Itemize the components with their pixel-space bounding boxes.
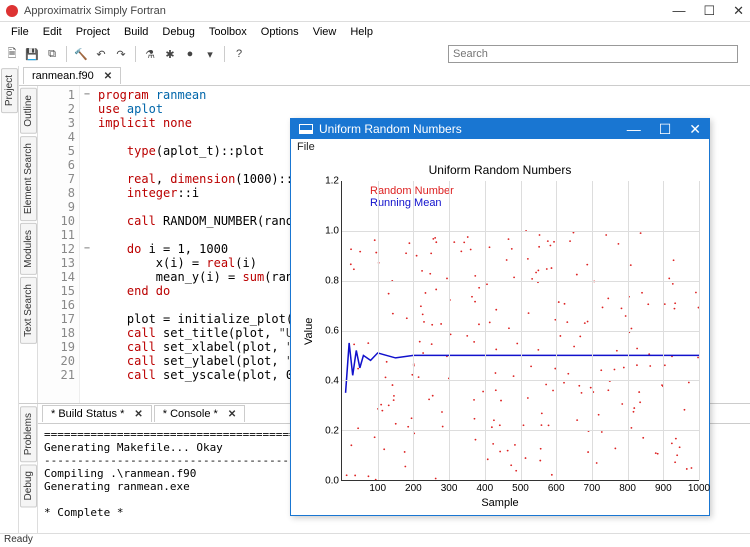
- plot-titlebar[interactable]: Uniform Random Numbers — ☐ ✕: [291, 119, 709, 139]
- plot-menu-file[interactable]: File: [291, 139, 709, 155]
- sidetab-element-search[interactable]: Element Search: [20, 136, 37, 221]
- tab-label: * Build Status *: [51, 408, 124, 420]
- sidetab-debug[interactable]: Debug: [20, 464, 37, 507]
- minimize-button[interactable]: —: [672, 3, 685, 19]
- plot-grid: Random Number Running Mean 1002003004005…: [341, 181, 699, 481]
- line-gutter: 123456789101112131415161718192021: [38, 86, 80, 403]
- left-dock-2: Outline Element Search Modules Text Sear…: [19, 86, 38, 403]
- legend-running-mean: Running Mean: [370, 197, 454, 209]
- separator: [135, 46, 136, 62]
- plot-body: Uniform Random Numbers Value 0.00.20.40.…: [291, 155, 709, 515]
- app-icon: [6, 5, 18, 17]
- editor-tabstrip: ranmean.f90 ✕: [19, 66, 750, 86]
- new-file-icon[interactable]: 🗎: [4, 46, 20, 62]
- close-tab-icon[interactable]: ✕: [134, 409, 142, 420]
- plot-title: Uniform Random Numbers: [301, 163, 699, 177]
- tab-label: * Console *: [163, 408, 218, 420]
- build-icon[interactable]: 🔨: [73, 46, 89, 62]
- menu-edit[interactable]: Edit: [36, 24, 69, 40]
- separator: [224, 46, 225, 62]
- close-tab-icon[interactable]: ✕: [228, 409, 236, 420]
- plot-window-icon: [299, 124, 313, 134]
- window-title: Approximatrix Simply Fortran: [24, 5, 672, 17]
- bottom-dock: Problems Debug: [19, 404, 38, 533]
- sidetab-modules[interactable]: Modules: [20, 223, 37, 275]
- fold-column[interactable]: − −: [80, 86, 94, 403]
- menu-view[interactable]: View: [306, 24, 344, 40]
- menu-options[interactable]: Options: [254, 24, 306, 40]
- legend-random-number: Random Number: [370, 185, 454, 197]
- menu-help[interactable]: Help: [343, 24, 380, 40]
- window-titlebar: Approximatrix Simply Fortran — ☐ ✕: [0, 0, 750, 22]
- chevron-down-icon[interactable]: ▾: [202, 46, 218, 62]
- editor-tab-label: ranmean.f90: [32, 70, 94, 82]
- plot-maximize-button[interactable]: ☐: [659, 121, 672, 138]
- search-input[interactable]: [448, 45, 738, 63]
- toolbar: 🗎 💾 ⧉ 🔨 ↶ ↷ ⚗ ✱ ● ▾ ?: [0, 42, 750, 66]
- undo-icon[interactable]: ↶: [93, 46, 109, 62]
- statusbar: Ready: [0, 533, 750, 547]
- plot-ylabel: Value: [301, 181, 317, 481]
- menu-project[interactable]: Project: [69, 24, 117, 40]
- flask-icon[interactable]: ⚗: [142, 46, 158, 62]
- save-all-icon[interactable]: ⧉: [44, 46, 60, 62]
- plot-window-title: Uniform Random Numbers: [319, 122, 462, 136]
- plot-yaxis: 0.00.20.40.60.81.01.2: [317, 181, 341, 481]
- editor-tab[interactable]: ranmean.f90 ✕: [23, 67, 121, 84]
- save-icon[interactable]: 💾: [24, 46, 40, 62]
- maximize-button[interactable]: ☐: [703, 3, 715, 19]
- sidetab-project[interactable]: Project: [1, 68, 18, 113]
- menubar: File Edit Project Build Debug Toolbox Op…: [0, 22, 750, 42]
- plot-minimize-button[interactable]: —: [627, 121, 641, 138]
- sidetab-problems[interactable]: Problems: [20, 406, 37, 462]
- close-button[interactable]: ✕: [733, 3, 744, 19]
- gear-icon[interactable]: ✱: [162, 46, 178, 62]
- dot-icon[interactable]: ●: [182, 46, 198, 62]
- tab-build-status[interactable]: * Build Status * ✕: [42, 405, 152, 422]
- plot-close-button[interactable]: ✕: [689, 121, 701, 138]
- tab-console[interactable]: * Console * ✕: [154, 405, 245, 422]
- sidetab-outline[interactable]: Outline: [20, 88, 37, 134]
- plot-legend: Random Number Running Mean: [370, 185, 454, 209]
- separator: [66, 46, 67, 62]
- sidetab-text-search[interactable]: Text Search: [20, 277, 37, 344]
- menu-file[interactable]: File: [4, 24, 36, 40]
- menu-build[interactable]: Build: [117, 24, 155, 40]
- left-dock: Project: [0, 66, 19, 533]
- redo-icon[interactable]: ↷: [113, 46, 129, 62]
- help-icon[interactable]: ?: [231, 46, 247, 62]
- plot-xlabel: Sample: [301, 497, 699, 509]
- plot-window[interactable]: Uniform Random Numbers — ☐ ✕ File Unifor…: [290, 118, 710, 516]
- menu-toolbox[interactable]: Toolbox: [202, 24, 254, 40]
- close-tab-icon[interactable]: ✕: [104, 71, 112, 82]
- menu-debug[interactable]: Debug: [155, 24, 201, 40]
